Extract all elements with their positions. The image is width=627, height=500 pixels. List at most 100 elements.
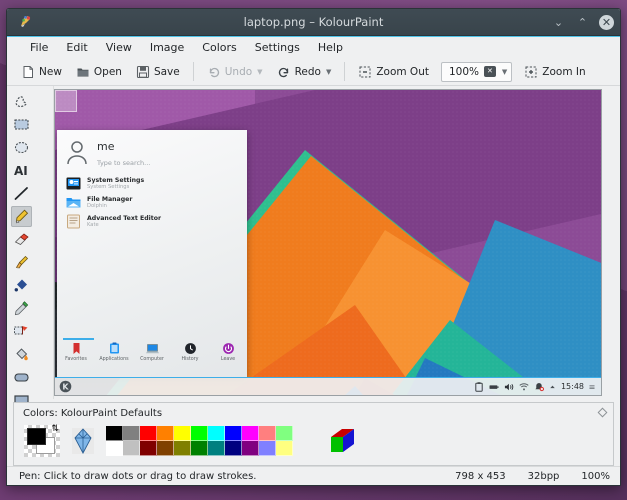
color-swatch[interactable] [242,426,259,441]
toolbar-separator-1 [193,62,194,81]
swap-colors-icon[interactable]: ⇅ [51,425,59,434]
launcher-tab-favorites[interactable]: Favorites [57,342,95,362]
menu-colors[interactable]: Colors [193,39,245,56]
color-swatch[interactable] [140,426,157,441]
open-button[interactable]: Open [70,62,128,82]
save-button[interactable]: Save [130,62,186,82]
launcher-tab-computer[interactable]: Computer [133,342,171,362]
list-item[interactable]: Advanced Text Editor Kate [57,212,247,231]
color-swatch[interactable] [225,426,242,441]
menu-help[interactable]: Help [309,39,352,56]
line-tool[interactable] [11,183,32,204]
menu-settings[interactable]: Settings [246,39,309,56]
color-swatch[interactable] [276,441,293,456]
volume-icon[interactable] [504,382,514,392]
list-item[interactable]: File Manager Dolphin [57,193,247,212]
color-washer-tool[interactable] [11,321,32,342]
zoom-level-combobox[interactable]: 100% ✕ ▼ [441,62,512,82]
new-button[interactable]: New [15,62,68,82]
zoom-clear-icon[interactable]: ✕ [484,66,496,76]
color-swatch[interactable] [242,441,259,456]
selection-handle [55,90,77,112]
menu-edit[interactable]: Edit [57,39,96,56]
color-swatch[interactable] [225,441,242,456]
battery-icon[interactable] [489,382,499,392]
gem-icon[interactable] [72,428,94,454]
zoom-out-label: Zoom Out [376,66,429,78]
undo-chevron-down-icon[interactable]: ▼ [257,68,262,76]
notification-error-icon[interactable] [534,382,544,392]
color-swatch[interactable] [157,441,174,456]
rounded-rectangle-tool[interactable] [11,367,32,388]
list-item[interactable]: System Settings System Settings [57,174,247,193]
minimize-icon[interactable]: ⌄ [551,15,566,30]
zoom-chevron-down-icon[interactable]: ▼ [502,68,507,76]
color-swatch[interactable] [123,441,140,456]
brush-tool[interactable] [11,252,32,273]
redo-button[interactable]: Redo ▼ [271,62,338,82]
redo-chevron-down-icon[interactable]: ▼ [326,68,331,76]
undo-button[interactable]: Undo ▼ [201,62,269,82]
clipboard-icon[interactable] [474,382,484,392]
free-form-select-tool[interactable] [11,91,32,112]
text-tool[interactable]: AI [11,160,32,181]
flood-fill-tool[interactable] [11,344,32,365]
toolbar-separator-2 [344,62,345,81]
launcher-search-input[interactable]: Type to search... [97,159,150,167]
zoom-out-button[interactable]: Zoom Out [352,62,435,82]
color-swatch[interactable] [106,426,123,441]
brush-icon [13,254,30,271]
zoom-in-label: Zoom In [542,66,585,78]
menu-image[interactable]: Image [141,39,193,56]
color-swatch[interactable] [276,426,293,441]
window-titlebar[interactable]: laptop.png – KolourPaint ⌄ ⌃ ✕ [7,9,620,36]
color-swatch[interactable] [174,441,191,456]
eraser-tool[interactable] [11,229,32,250]
color-swatch[interactable] [123,426,140,441]
ellipse-select-icon [13,139,30,156]
maximize-icon[interactable]: ⌃ [575,15,590,30]
panel-clock[interactable]: 15:48 [561,382,584,391]
menu-view[interactable]: View [97,39,141,56]
foreground-background-color-selector[interactable]: ⇅ [24,425,60,457]
color-swatch[interactable] [157,426,174,441]
panel-menu-icon[interactable] [589,382,595,392]
close-icon[interactable]: ✕ [599,15,614,30]
launcher-user-name: me [97,140,150,154]
color-swatch[interactable] [259,441,276,456]
launcher-tab-history[interactable]: History [171,342,209,362]
network-wifi-icon[interactable] [519,382,529,392]
foreground-color-swatch[interactable] [27,428,46,445]
redo-arrow-icon [277,65,291,79]
file-manager-icon [66,195,81,210]
color-swatch[interactable] [191,426,208,441]
pen-tool[interactable] [11,206,32,227]
menu-file[interactable]: File [21,39,57,56]
pen-icon [13,208,30,225]
show-hidden-icons-icon[interactable] [549,382,556,392]
svg-text:AI: AI [14,164,28,178]
rounded-rectangle-icon [13,369,30,386]
color-picker-tool[interactable] [11,298,32,319]
launcher-tab-label: History [181,357,198,362]
color-swatch[interactable] [106,441,123,456]
avatar-icon [65,140,89,166]
launcher-tab-applications[interactable]: Applications [95,342,133,362]
launcher-tab-leave[interactable]: Leave [209,342,247,362]
color-swatch[interactable] [259,426,276,441]
image-canvas[interactable]: me Type to search... [54,89,602,396]
launcher-app-list: System Settings System Settings [57,174,247,231]
elliptical-select-tool[interactable] [11,137,32,158]
kde-logo-icon[interactable]: K [59,380,72,393]
color-swatch[interactable] [174,426,191,441]
color-swatch-row-top [106,426,293,441]
flow-brush-tool[interactable] [11,275,32,296]
color-cube-icon[interactable] [327,426,363,456]
zoom-in-button[interactable]: Zoom In [518,62,591,82]
rectangle-select-tool[interactable] [11,114,32,135]
color-swatch[interactable] [191,441,208,456]
kde-application-launcher[interactable]: me Type to search... [57,130,247,378]
color-swatch[interactable] [208,441,225,456]
color-swatch[interactable] [140,441,157,456]
color-swatch[interactable] [208,426,225,441]
